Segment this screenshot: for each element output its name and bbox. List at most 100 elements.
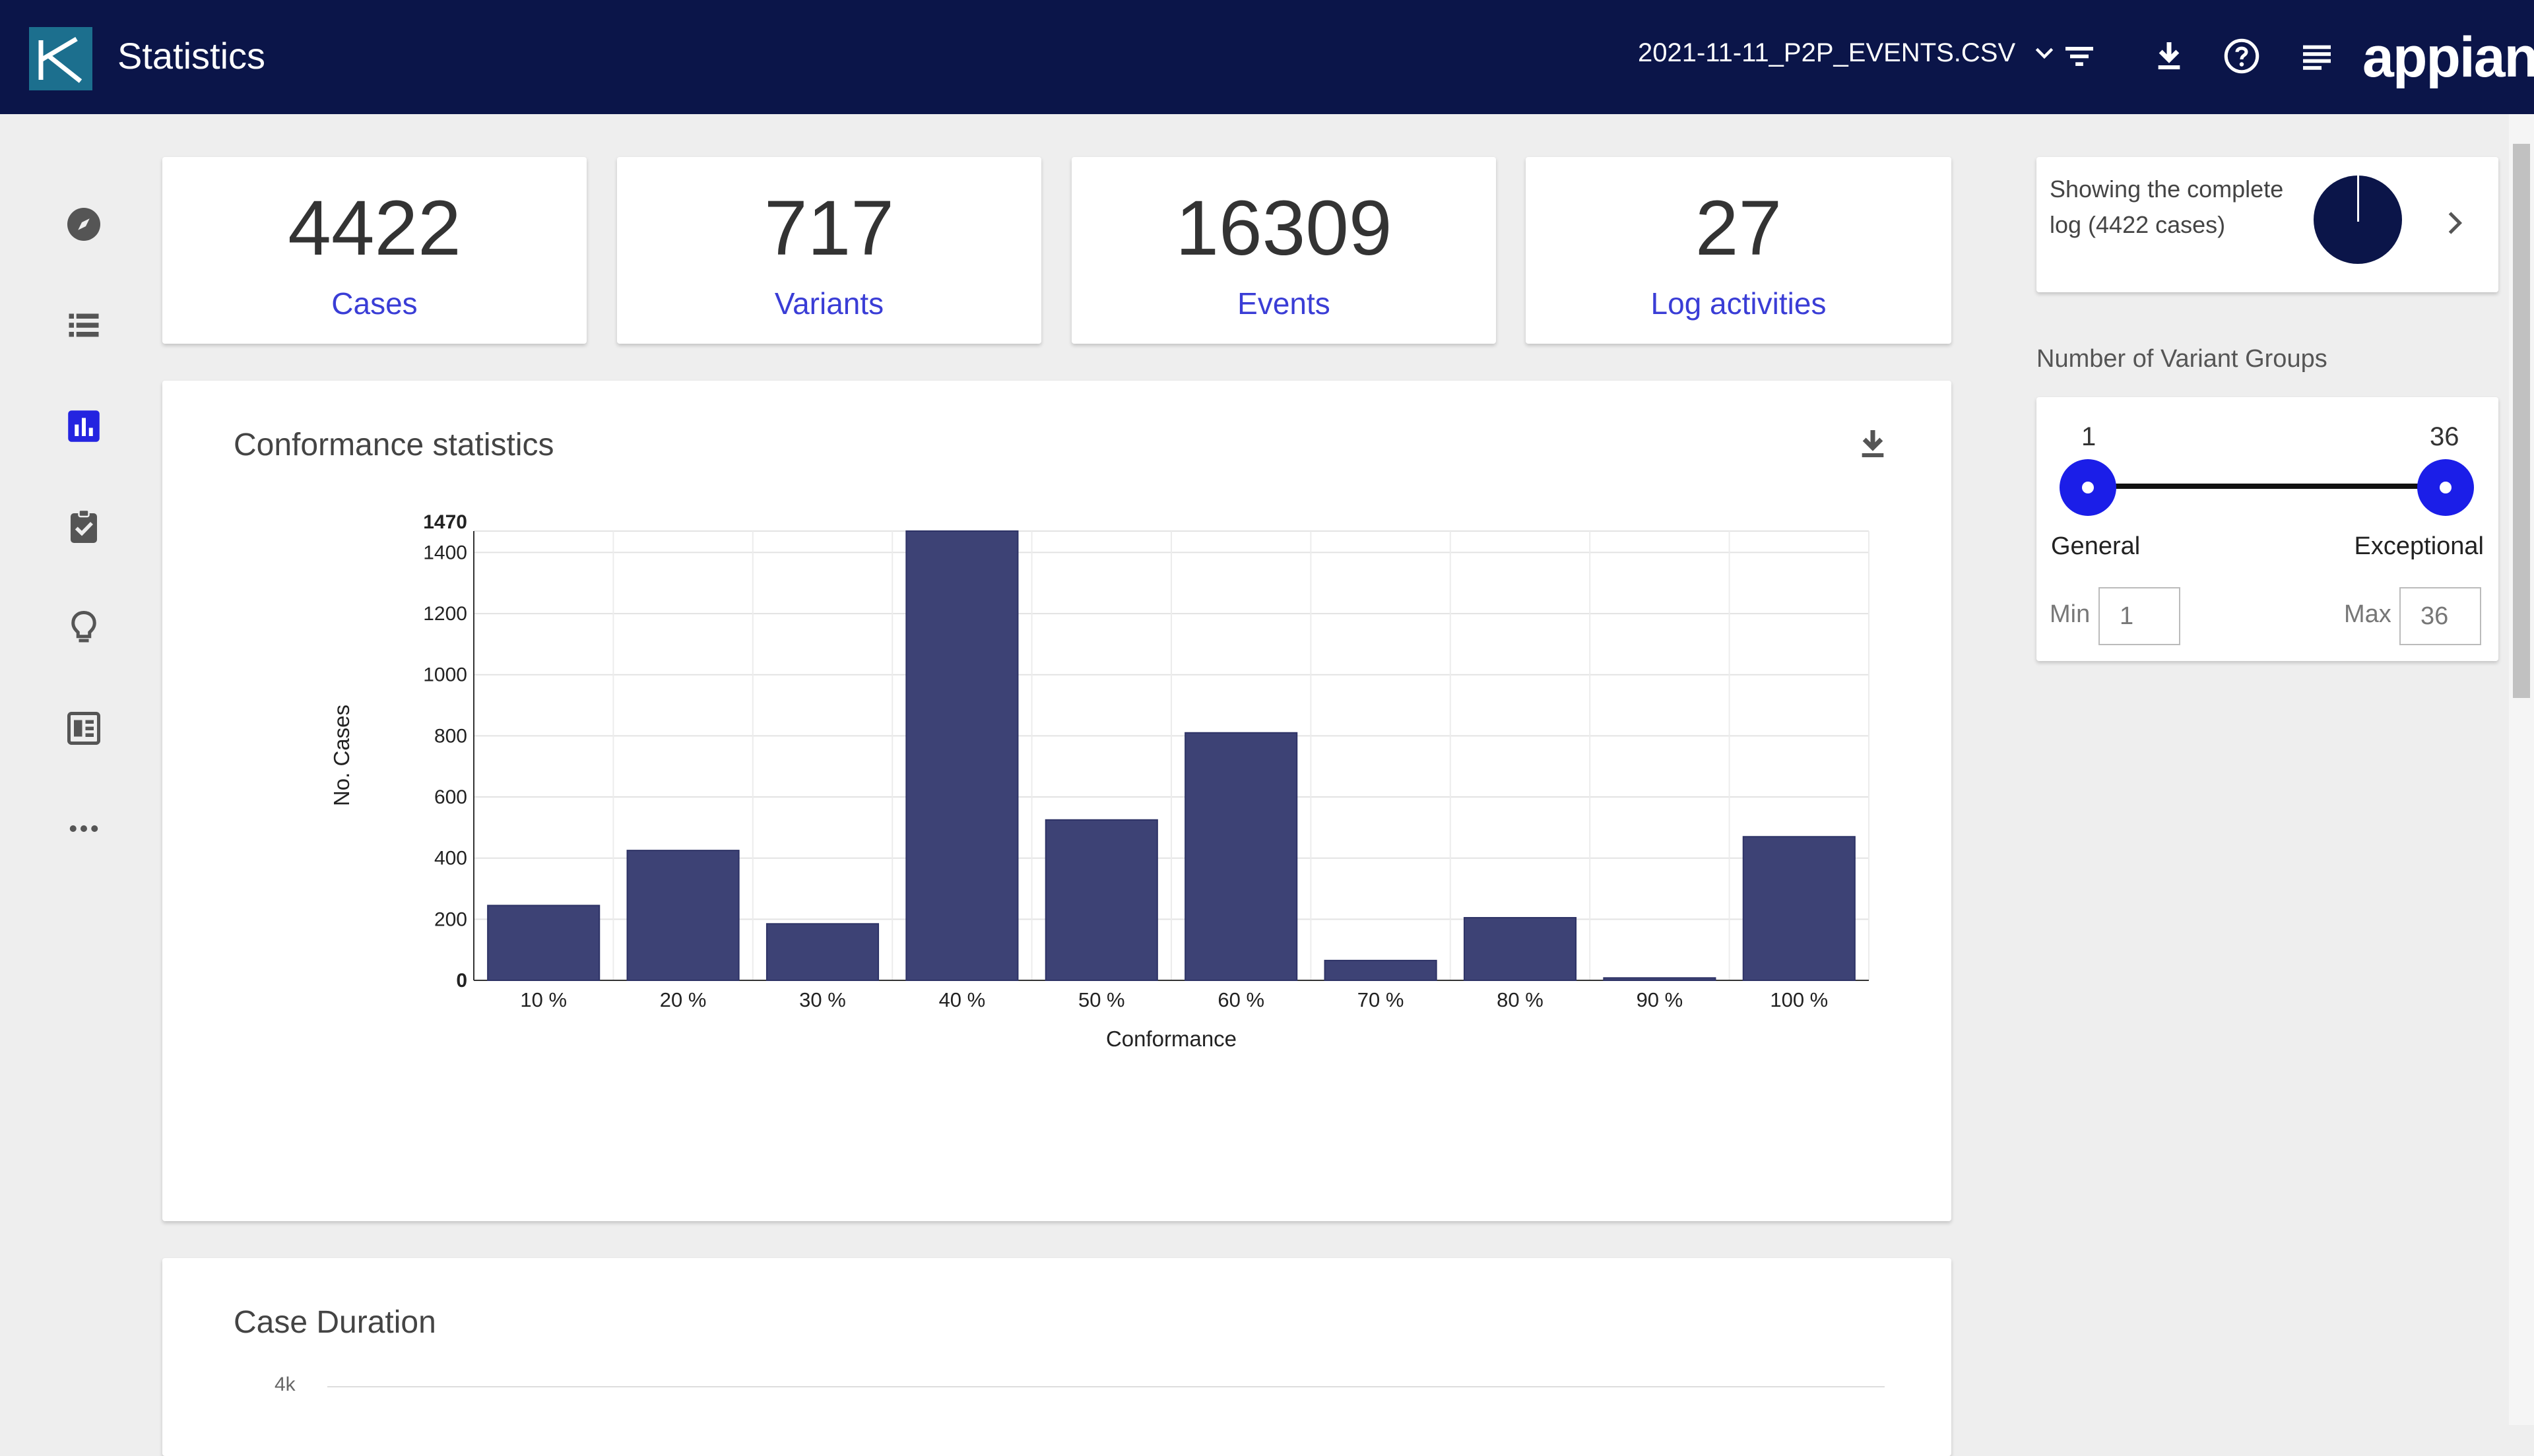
brand-logo: appian	[2362, 26, 2534, 89]
y-tick-label: 600	[434, 786, 467, 808]
y-tick-label: 1200	[423, 603, 467, 625]
metric-value: 16309	[1175, 185, 1392, 272]
bar-50pct	[1045, 819, 1158, 981]
slider-general-label: General	[2051, 532, 2141, 560]
slider-max-value: 36	[2430, 422, 2459, 451]
min-input[interactable]	[2098, 587, 2180, 645]
x-tick-label: 20 %	[660, 988, 707, 1011]
x-tick-label: 70 %	[1357, 988, 1404, 1011]
max-label: Max	[2344, 600, 2391, 628]
chevron-right-icon	[2448, 212, 2463, 234]
metric-card-log-activities: 27 Log activities	[1526, 157, 1951, 344]
x-tick-label: 100 %	[1770, 988, 1828, 1011]
help-button[interactable]	[2219, 33, 2265, 79]
y-tick-label: 1470	[423, 511, 467, 533]
min-label: Min	[2050, 600, 2091, 628]
nav-list[interactable]	[61, 302, 107, 348]
y-tick-label: 400	[434, 848, 467, 870]
log-coverage-pie	[2314, 175, 2402, 264]
menu-lines-icon	[2303, 45, 2331, 70]
x-axis-title: Conformance	[1106, 1027, 1237, 1051]
nav-explore[interactable]	[61, 201, 107, 247]
log-summary-card[interactable]: Showing the complete log (4422 cases)	[2036, 157, 2498, 292]
slider-exceptional-label: Exceptional	[2354, 532, 2484, 560]
metric-card-cases: 4422 Cases	[162, 157, 587, 344]
bar-70pct	[1324, 959, 1437, 982]
y-tick-label: 1400	[423, 542, 467, 563]
list-icon	[69, 313, 99, 337]
y-tick-label: 1000	[423, 664, 467, 686]
y-axis-title: No. Cases	[329, 705, 354, 806]
case-duration-card: Case Duration 4k	[162, 1258, 1951, 1456]
page-scrollbar[interactable]	[2509, 114, 2534, 1425]
slider-min-thumb[interactable]	[2060, 459, 2116, 516]
metric-label[interactable]: Variants	[617, 286, 1041, 321]
filter-icon	[2065, 47, 2093, 66]
slider-min-value: 1	[2081, 422, 2096, 451]
download-button[interactable]	[2146, 33, 2192, 79]
y-tick-label: 200	[434, 908, 467, 930]
x-tick-label: 60 %	[1218, 988, 1264, 1011]
nav-more[interactable]	[61, 806, 107, 852]
menu-button[interactable]	[2294, 33, 2340, 79]
metric-card-variants: 717 Variants	[617, 157, 1041, 344]
bar-40pct	[905, 530, 1019, 981]
app-logo-icon	[38, 36, 82, 83]
variant-groups-card: 1 36 General Exceptional Min Max	[2036, 397, 2498, 661]
nav-conformance[interactable]	[61, 503, 107, 550]
x-tick-label: 50 %	[1078, 988, 1125, 1011]
bar-10pct	[487, 904, 601, 981]
case-duration-tick: 4k	[275, 1374, 296, 1395]
bar-chart-icon	[68, 410, 100, 442]
nav-statistics[interactable]	[61, 403, 107, 449]
metric-value: 4422	[288, 185, 461, 272]
lightbulb-icon	[71, 610, 96, 643]
side-nav	[0, 114, 165, 1425]
compass-icon	[67, 208, 100, 241]
conformance-card: Conformance statistics 0 200 400 600 800 1000…	[162, 381, 1951, 1221]
bar-100pct	[1742, 836, 1856, 982]
expand-button[interactable]	[2435, 203, 2475, 246]
bar-60pct	[1185, 732, 1298, 982]
max-input[interactable]	[2399, 587, 2481, 645]
x-tick-label: 90 %	[1637, 988, 1683, 1011]
chevron-down-icon	[2035, 47, 2054, 59]
top-bar: Statistics 2021-11-11_P2P_EVENTS.CSV app…	[0, 0, 2534, 114]
metric-value: 717	[764, 185, 894, 272]
conformance-chart: 0 200 400 600 800 1000 1200 1400 1470 10 % 20 % 30 …	[329, 511, 1869, 1051]
slider-track[interactable]	[2088, 484, 2444, 489]
file-selector-label: 2021-11-11_P2P_EVENTS.CSV	[1638, 38, 2016, 67]
more-horizontal-icon	[69, 825, 98, 832]
filter-button[interactable]	[2056, 33, 2102, 79]
x-tick-label: 40 %	[939, 988, 986, 1011]
bar-90pct	[1603, 977, 1716, 982]
x-tick-label: 10 %	[520, 988, 567, 1011]
metric-label[interactable]: Log activities	[1526, 286, 1951, 321]
metric-value: 27	[1695, 185, 1782, 272]
dashboard-icon	[67, 712, 100, 745]
case-duration-title: Case Duration	[234, 1305, 436, 1340]
page-title: Statistics	[117, 35, 266, 77]
download-icon	[2158, 42, 2180, 70]
bar-80pct	[1463, 917, 1577, 982]
nav-dashboard[interactable]	[61, 705, 107, 751]
clipboard-check-icon	[71, 509, 97, 543]
y-tick-label: 800	[434, 725, 467, 747]
scrollbar-thumb[interactable]	[2513, 144, 2530, 698]
bar-20pct	[626, 850, 740, 981]
metric-label[interactable]: Events	[1072, 286, 1496, 321]
x-tick-label: 80 %	[1497, 988, 1543, 1011]
bar-30pct	[765, 923, 880, 981]
slider-max-thumb[interactable]	[2417, 459, 2474, 516]
help-icon	[2224, 38, 2259, 74]
metric-label[interactable]: Cases	[162, 286, 587, 321]
metric-card-events: 16309 Events	[1072, 157, 1496, 344]
app-logo[interactable]	[29, 27, 92, 90]
variant-groups-label: Number of Variant Groups	[2036, 345, 2327, 373]
gridline	[327, 1386, 1885, 1387]
nav-insights[interactable]	[61, 604, 107, 650]
log-summary-text: Showing the complete log (4422 cases)	[2050, 175, 2284, 238]
file-selector[interactable]: 2021-11-11_P2P_EVENTS.CSV	[1638, 38, 2058, 68]
x-tick-label: 30 %	[799, 988, 846, 1011]
y-tick-label: 0	[456, 970, 467, 992]
